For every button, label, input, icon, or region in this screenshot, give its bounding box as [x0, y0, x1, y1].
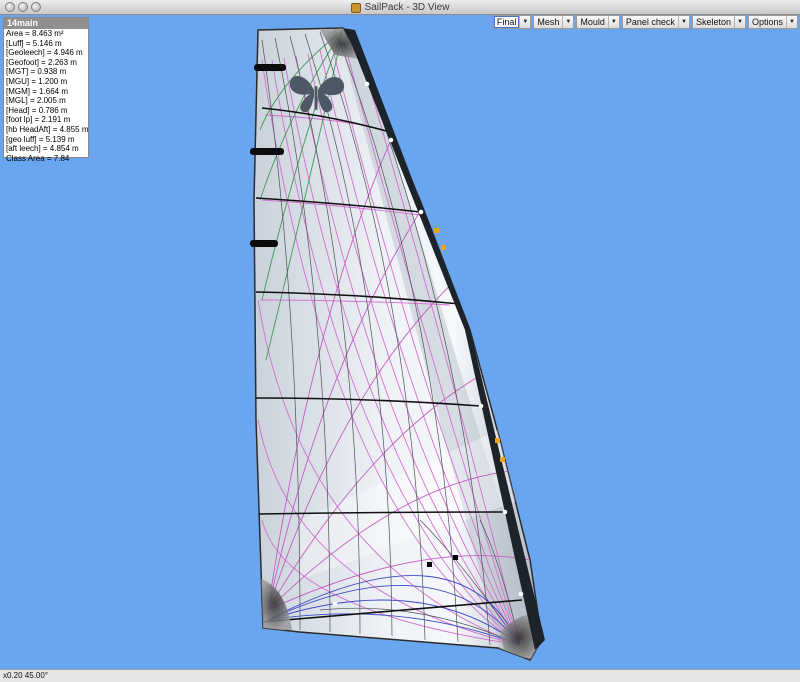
- info-line: [Geofoot] = 2.263 m: [6, 57, 77, 67]
- 3d-viewport[interactable]: [0, 15, 800, 669]
- info-line: Area = 8.463 m²: [6, 29, 64, 38]
- info-line: [hb HeadAft] = 4.855 m: [6, 124, 89, 134]
- sailpack-app-icon: [350, 2, 361, 13]
- toolbar-group-mesh: Mesh ▼: [533, 15, 575, 29]
- info-lines: Area = 8.463 m² [Luff] = 5.146 m [Geoleech…: [4, 29, 89, 163]
- sail-3d-render: [250, 27, 545, 661]
- chevron-down-icon[interactable]: ▼: [607, 16, 619, 28]
- info-line: [Geoleech] = 4.946 m: [6, 48, 83, 58]
- window-title: SailPack - 3D View: [364, 2, 450, 13]
- info-line: [MGL] = 2.005 m: [6, 96, 66, 106]
- info-line: [MGT] = 0.938 m: [6, 67, 67, 77]
- chevron-down-icon[interactable]: ▼: [562, 16, 573, 28]
- toolbar-button-skeleton[interactable]: Skeleton: [693, 16, 734, 28]
- toolbar-button-mould[interactable]: Mould: [577, 16, 608, 28]
- toolbar-group-options: Options ▼: [747, 15, 798, 29]
- toolbar-button-final[interactable]: Final: [493, 16, 520, 28]
- status-text: x0.20 45.00°: [3, 671, 49, 680]
- info-line: [geo luff] = 5.139 m: [6, 134, 75, 144]
- info-line: [Head] = 0.786 m: [6, 105, 68, 115]
- info-line: Class Area = 7.84: [6, 153, 70, 163]
- sail-info-panel: 14main Area = 8.463 m² [Luff] = 5.146 m [G…: [3, 17, 89, 163]
- info-line: [MGU] = 1.200 m: [6, 76, 68, 86]
- info-line: [MGM] = 1.664 m: [6, 86, 69, 96]
- chevron-down-icon[interactable]: ▼: [677, 16, 689, 28]
- toolbar-group-mould: Mould ▼: [576, 15, 620, 29]
- chevron-down-icon[interactable]: ▼: [519, 16, 530, 28]
- window-titlebar: SailPack - 3D View: [0, 0, 800, 15]
- chevron-down-icon[interactable]: ▼: [733, 16, 745, 28]
- toolbar-button-options[interactable]: Options: [749, 16, 786, 28]
- toolbar-group-skeleton: Skeleton ▼: [691, 15, 746, 29]
- window-title-area: SailPack - 3D View: [0, 0, 800, 15]
- chevron-down-icon[interactable]: ▼: [786, 16, 797, 28]
- toolbar-button-panel-check[interactable]: Panel check: [623, 16, 678, 28]
- toolbar-group-final: Final ▼: [492, 15, 532, 29]
- toolbar-button-mesh[interactable]: Mesh: [534, 16, 562, 28]
- view-toolbar: Final ▼ Mesh ▼ Mould ▼ Panel check ▼ Skeleton ▼ Op…: [492, 15, 798, 29]
- info-panel-title: 14main: [4, 18, 88, 29]
- info-line: [aft leech] = 4.854 m: [6, 144, 79, 154]
- toolbar-group-panel-check: Panel check ▼: [621, 15, 690, 29]
- info-line: [foot lp] = 2.191 m: [6, 115, 71, 125]
- info-line: [Luff] = 5.146 m: [6, 38, 62, 48]
- status-bar: x0.20 45.00°: [0, 669, 800, 682]
